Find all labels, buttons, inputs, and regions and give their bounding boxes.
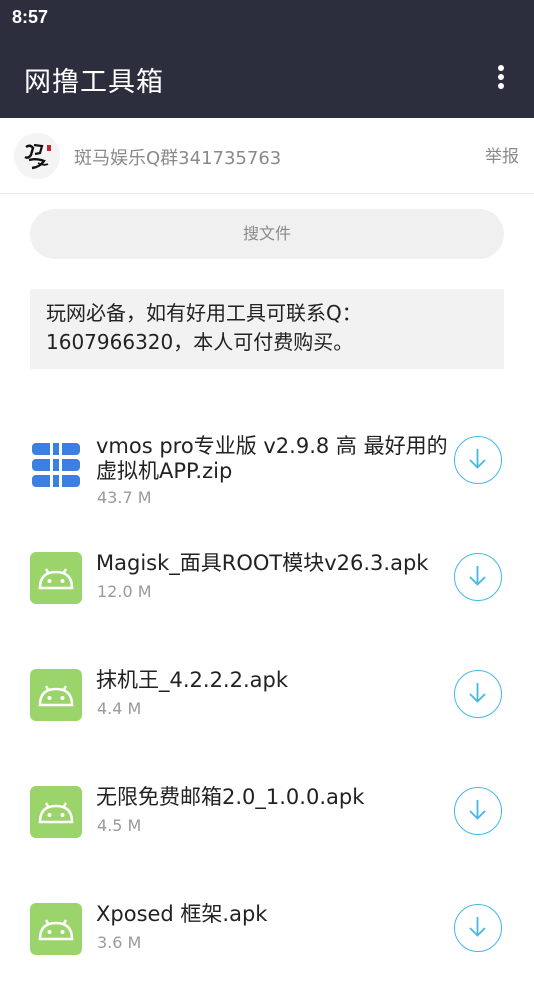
file-size: 3.6 M (97, 933, 142, 952)
file-size: 4.5 M (97, 816, 142, 835)
zip-file-icon (32, 443, 80, 487)
sharer-bar: 斑马娱乐Q群341735763 举报 (0, 119, 534, 194)
file-size: 4.4 M (97, 699, 142, 718)
download-arrow-icon (469, 800, 486, 820)
download-button[interactable] (454, 904, 502, 952)
list-item[interactable]: Magisk_面具ROOT模块v26.3.apk 12.0 M (0, 517, 534, 634)
file-size: 12.0 M (97, 582, 152, 601)
download-button[interactable] (454, 436, 502, 484)
android-apk-icon (30, 669, 82, 721)
more-vertical-icon[interactable] (486, 62, 516, 92)
file-name: Xposed 框架.apk (96, 902, 268, 926)
file-name: Magisk_面具ROOT模块v26.3.apk (96, 551, 429, 575)
download-arrow-icon (469, 917, 486, 937)
android-apk-icon (30, 786, 82, 838)
file-name: 抹机王_4.2.2.2.apk (96, 668, 289, 692)
status-time: 8:57 (12, 7, 49, 27)
search-input[interactable]: 搜文件 (30, 209, 504, 259)
download-button[interactable] (454, 553, 502, 601)
app-bar: 网撸工具箱 (0, 36, 534, 118)
list-item[interactable]: vmos pro专业版 v2.9.8 高 最好用的虚拟机APP.zip 43.7… (0, 400, 534, 517)
list-item[interactable]: 无限免费邮箱2.0_1.0.0.apk 4.5 M (0, 751, 534, 868)
download-arrow-icon (469, 449, 486, 469)
avatar[interactable] (14, 133, 60, 179)
list-item[interactable]: 抹机王_4.2.2.2.apk 4.4 M (0, 634, 534, 751)
download-button[interactable] (454, 670, 502, 718)
report-button[interactable]: 举报 (485, 142, 519, 167)
download-arrow-icon (469, 566, 486, 586)
list-item[interactable]: Xposed 框架.apk 3.6 M (0, 868, 534, 985)
download-arrow-icon (469, 683, 486, 703)
sharer-name: 斑马娱乐Q群341735763 (74, 148, 282, 169)
file-name: 无限免费邮箱2.0_1.0.0.apk (96, 785, 365, 809)
android-apk-icon (30, 552, 82, 604)
zebra-logo-icon (14, 133, 60, 179)
app-title: 网撸工具箱 (24, 67, 164, 98)
file-size: 43.7 M (97, 488, 152, 507)
notice-text: 玩网必备，如有好用工具可联系Q：1607966320，本人可付费购买。 (30, 289, 504, 369)
android-apk-icon (30, 903, 82, 955)
file-name: vmos pro专业版 v2.9.8 高 最好用的虚拟机APP.zip (96, 434, 448, 483)
download-button[interactable] (454, 787, 502, 835)
status-bar: 8:57 (0, 0, 534, 36)
